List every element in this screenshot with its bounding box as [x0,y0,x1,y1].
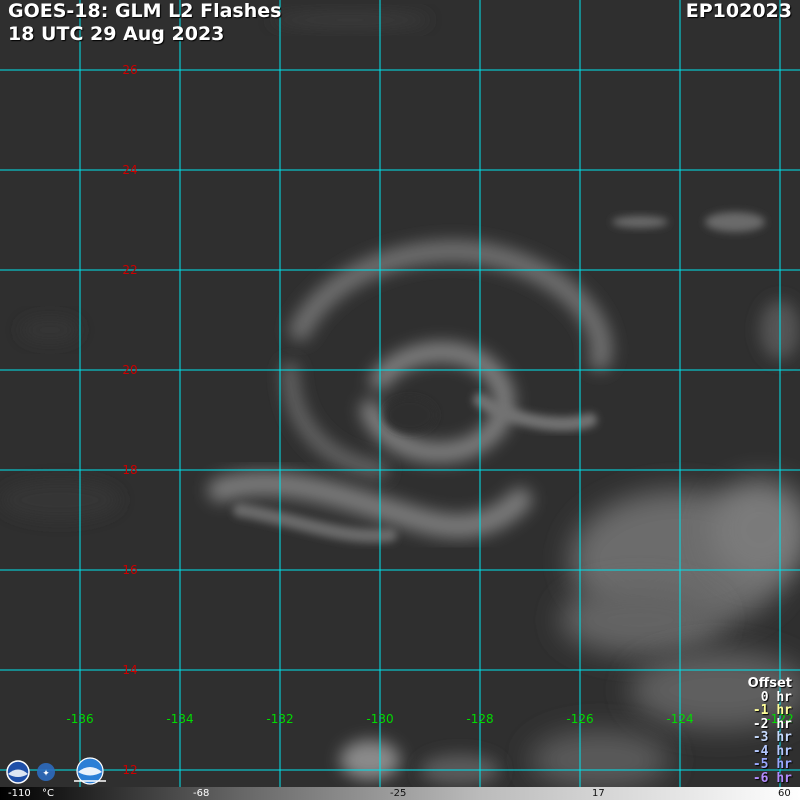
longitude-label: -136 [66,712,93,726]
colorbar-max: 60 [778,788,791,799]
latitude-label: 16 [122,563,137,577]
latitude-label: 12 [122,763,137,777]
product-title: GOES-18: GLM L2 Flashes [8,0,282,22]
latitude-label: 18 [122,463,137,477]
legend-item: -6 hr [752,770,792,786]
svg-text:✦: ✦ [42,769,50,779]
longitude-label: -126 [566,712,593,726]
legend-item: -2 hr [752,716,792,732]
colorbar-tick: -68 [193,788,210,799]
noaa-logo [6,760,30,784]
legend-item: -1 hr [752,703,792,718]
cira-logo [74,757,106,785]
latitude-label: 20 [122,363,137,377]
latitude-label: 24 [122,163,137,177]
latitude-label: 14 [122,663,137,677]
satellite-imagery: 26 24 22 20 18 16 14 12 -136 -134 -132 -130 -128 -126… [0,0,800,800]
temperature-colorbar: -110 °C -68 -25 17 60 [0,787,800,800]
longitude-label: -124 [666,712,693,726]
latitude-label: 22 [122,263,137,277]
longitude-label: -130 [366,712,393,726]
colorbar-unit: °C [42,788,54,799]
longitude-label: -134 [166,712,193,726]
legend-item: -3 hr [752,730,792,745]
offset-legend: Offset 0 hr -1 hr -2 hr -3 hr -4 hr -5 hr -6 h… [748,677,792,785]
colorbar-tick: -25 [390,788,407,799]
legend-item: -5 hr [752,757,792,772]
latitude-label: 26 [122,63,137,77]
timestamp: 18 UTC 29 Aug 2023 [8,23,225,45]
longitude-label: -132 [266,712,293,726]
satellite-map: 26 24 22 20 18 16 14 12 -136 -134 -132 -130 -128 -126… [0,0,800,800]
legend-item: 0 hr [760,689,792,705]
agency-logos: ✦ [6,757,106,785]
colorbar-min: -110 [8,788,31,799]
legend-title: Offset [747,676,792,691]
legend-item: -4 hr [752,743,792,759]
longitude-label: -128 [466,712,493,726]
nesdis-logo: ✦ [37,763,55,781]
colorbar-tick: 17 [592,788,605,799]
storm-id: EP102023 [685,0,792,22]
